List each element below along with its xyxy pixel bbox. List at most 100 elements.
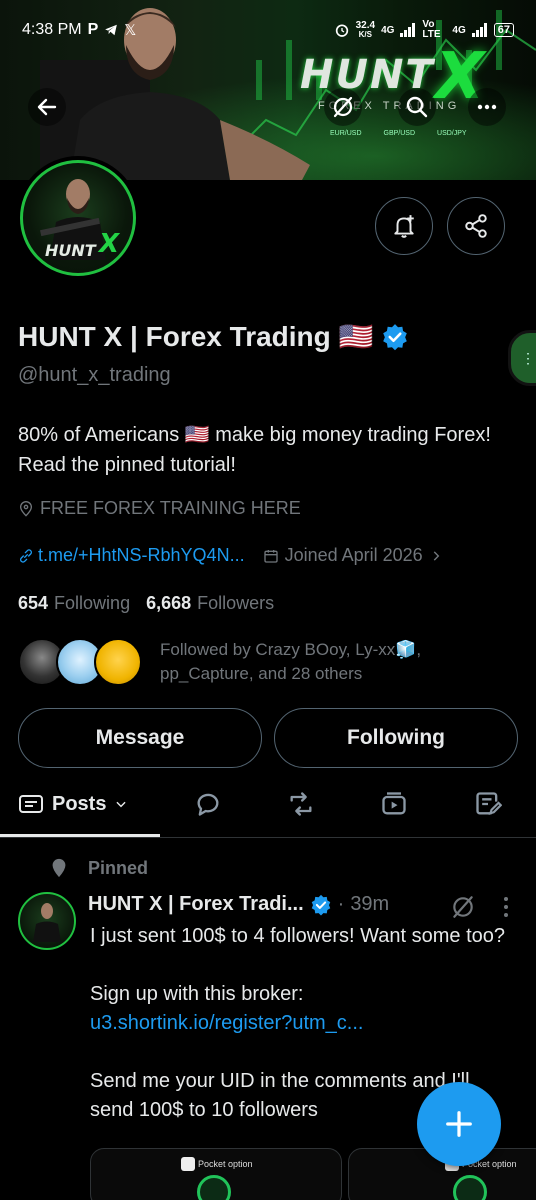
tab-replies[interactable] [192,776,224,832]
followed-by-text: Followed by Crazy BOoy, Ly-xx🧊, pp_Captu… [160,640,422,683]
status-time: 4:38 PM [22,21,82,38]
profile-bio: 80% of Americans 🇺🇸 make big money tradi… [18,424,491,476]
profile-link-text[interactable]: t.me/+HhtNS-RbhYQ4N... [38,545,245,566]
tab-reposts[interactable] [285,776,317,832]
back-button[interactable] [28,88,66,126]
post-line-1: I just sent 100$ to 4 followers! Want so… [90,925,506,947]
banner-pair: USD/JPY [437,130,467,137]
notification-p-icon: P [87,21,99,38]
banner-pair: EUR/USD [330,130,362,137]
post-more-icon[interactable] [496,894,516,920]
status-bar: 4:38 PM P 𝕏 32.4 K/S 4G Vo LTE 4G 67 [0,16,536,44]
search-icon [406,96,428,118]
verified-badge-icon [311,894,330,915]
tab-articles[interactable] [472,776,504,832]
telegram-icon [105,24,118,36]
status-right: 32.4 K/S 4G Vo LTE 4G 67 [334,20,514,40]
followers-count: 6,668 [146,593,192,613]
name-row: HUNT X | Forex Trading 🇺🇸 [18,320,409,353]
more-dots-icon [477,104,497,110]
pin-icon [52,858,66,878]
following-count: 654 [18,593,49,613]
location-text: FREE FOREX TRAINING HERE [40,498,301,518]
network-label-3: 4G [452,24,466,36]
following-button[interactable]: Following [274,708,518,768]
profile-avatar[interactable]: HUNT X [16,156,140,280]
link-icon [20,548,32,563]
post-time-separator: · [337,893,345,915]
tab-posts[interactable]: Posts [18,776,128,832]
search-button[interactable] [398,88,436,126]
speed-unit: K/S [358,30,372,39]
post-avatar-person [33,903,61,942]
pocket-option-logo-icon [181,1157,195,1171]
pinned-label: Pinned [48,856,148,880]
post-link[interactable]: u3.shortink.io/register?utm_c... [90,1012,363,1034]
pinned-text: Pinned [88,857,149,878]
bell-plus-icon [394,215,414,238]
video-icon [382,792,406,815]
following-label: Following [54,593,131,613]
network-speed: 32.4 K/S [356,21,375,40]
tab-posts-label: Posts [52,792,107,815]
follower-avatar [94,638,142,686]
post-line-2-prefix: Sign up with this broker: [90,983,304,1005]
more-button[interactable] [468,88,506,126]
avatar-x: X [99,229,120,259]
calendar-icon [263,549,278,563]
following-stat[interactable]: 654 Following [18,593,130,614]
post-author-name[interactable]: HUNT X | Forex Tradi... [88,893,304,916]
share-icon [465,214,487,238]
banner-pairs: EUR/USD GBP/USD USD/JPY [330,130,467,137]
share-button[interactable] [447,197,505,255]
posts-icon [19,795,43,813]
network-label-2: Vo LTE [422,19,441,40]
tabs-divider [0,837,536,838]
location-pin-icon [19,500,33,517]
avatar-label: HUNT [45,241,96,260]
x-notification-icon: 𝕏 [124,22,137,39]
repost-icon [290,792,312,816]
verified-badge-icon[interactable] [381,323,409,351]
grok-icon[interactable] [450,894,476,920]
grok-button[interactable] [324,88,362,126]
tab-media[interactable] [378,776,410,832]
follow-stats: 654 Following 6,668 Followers [18,593,274,614]
followed-by-row[interactable]: Followed by Crazy BOoy, Ly-xx🧊, pp_Captu… [18,638,480,686]
message-button[interactable]: Message [18,708,262,768]
banner-pair: GBP/USD [383,130,416,137]
post-author-avatar[interactable] [18,892,76,950]
battery-indicator: 67 [493,23,514,37]
profile-meta-row: t.me/+HhtNS-RbhYQ4N... Joined April 2026 [18,545,443,566]
followers-stat[interactable]: 6,668 Followers [146,593,274,614]
profile-location: FREE FOREX TRAINING HERE [18,498,301,519]
notifications-button[interactable] [375,197,433,255]
arrow-left-icon [37,98,57,116]
chevron-right-icon[interactable] [429,549,443,563]
signal-icon [400,23,416,37]
joined-date: Joined April 2026 [263,545,443,566]
status-left: 4:38 PM P 𝕏 [22,21,136,39]
avatar-image: HUNT X [20,160,136,276]
post-line-2: Sign up with this broker: u3.shortink.io… [90,980,510,1038]
post-media-card[interactable]: Pocket option [90,1148,342,1200]
post-header: HUNT X | Forex Tradi... · 39m [88,893,389,916]
joined-text: Joined April 2026 [284,545,423,565]
alarm-icon [335,24,348,37]
article-edit-icon [476,792,502,815]
network-label-1: 4G [381,24,395,36]
plus-icon [446,1111,472,1137]
followers-label: Followers [197,593,275,613]
signal-icon-2 [471,23,487,37]
card-brand-text: Pocket option [198,1159,253,1169]
profile-link[interactable]: t.me/+HhtNS-RbhYQ4N... [18,545,245,566]
card-brand: Pocket option [181,1157,253,1171]
check-circle-icon [197,1175,231,1200]
reply-bubble-icon [197,793,219,816]
compose-button[interactable] [417,1082,501,1166]
chevron-down-icon [116,801,127,808]
check-circle-icon [453,1175,487,1200]
post-time: 39m [350,893,390,915]
grok-icon [333,96,353,118]
side-floating-handle[interactable]: ⋮ [508,330,536,386]
